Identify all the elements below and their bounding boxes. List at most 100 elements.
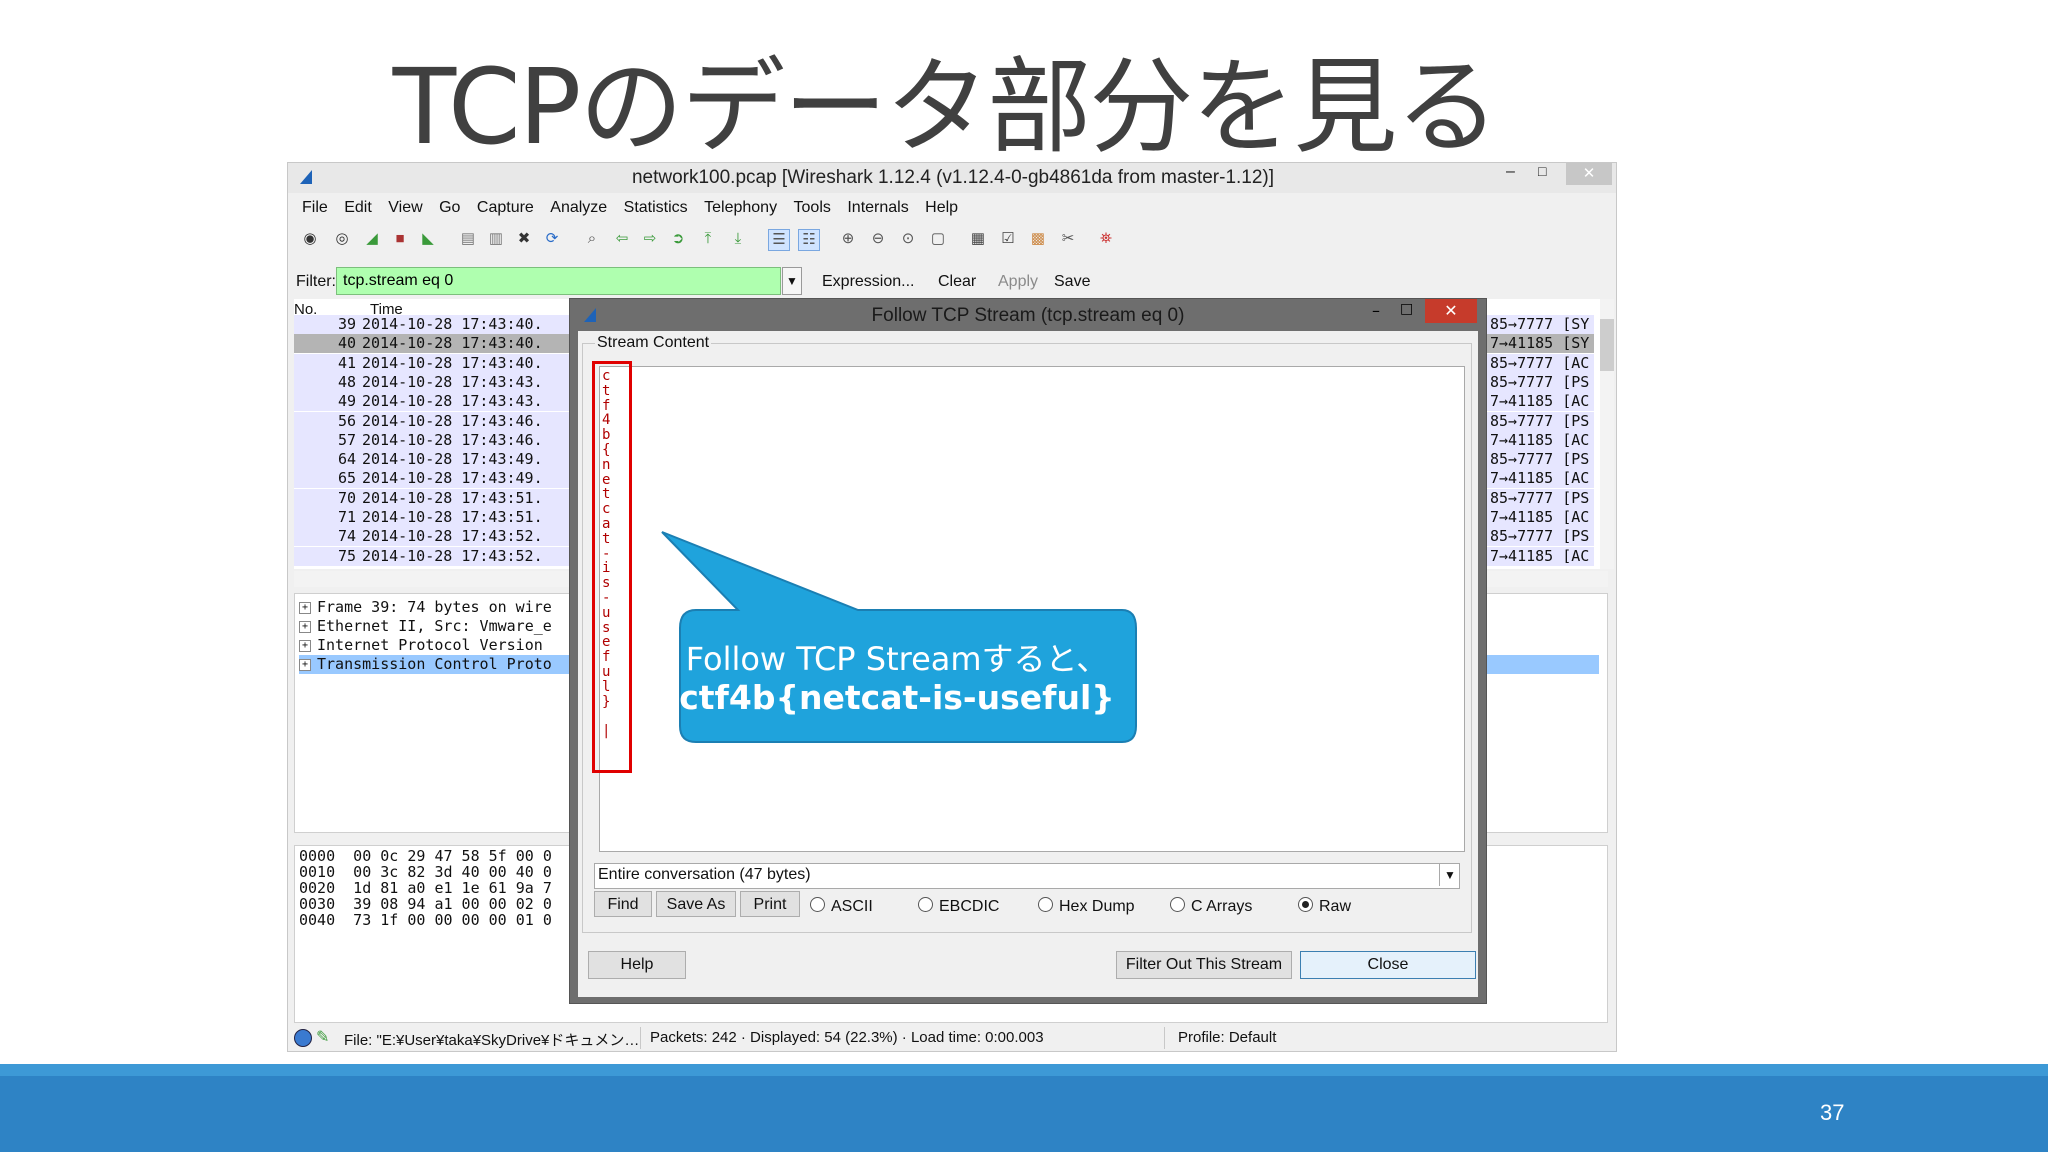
normal-size-icon[interactable]: ⊙ (898, 229, 918, 249)
apply-button[interactable]: Apply (998, 273, 1038, 291)
autoscroll-icon[interactable]: ☷ (798, 229, 820, 251)
bytes-row: 0030 39 08 94 a1 00 00 02 0 (299, 895, 552, 913)
start-capture-icon[interactable]: ◢ (362, 229, 382, 249)
reload-icon[interactable]: ⟳ (542, 229, 562, 249)
menu-internals[interactable]: Internals (847, 199, 908, 217)
radio-c-arrays[interactable]: C Arrays (1170, 897, 1252, 916)
preferences-icon[interactable]: ✂ (1058, 229, 1078, 249)
resize-columns-icon[interactable]: ▢ (928, 229, 948, 249)
cell-info: 7→41185 [SY (1490, 334, 1590, 353)
colorize-icon[interactable]: ☰ (768, 229, 790, 251)
cell-info: 7→41185 [AC (1490, 508, 1590, 526)
dialog-minimize-button[interactable]: – (1372, 301, 1380, 320)
go-to-packet-icon[interactable]: ➲ (668, 229, 688, 249)
scrollbar-thumb[interactable] (1600, 319, 1614, 371)
go-forward-icon[interactable]: ⇨ (640, 229, 660, 249)
help-icon[interactable]: ⛯ (1096, 229, 1116, 249)
close-button[interactable]: ✕ (1566, 163, 1612, 185)
radio-hex-dump[interactable]: Hex Dump (1038, 897, 1135, 916)
close-dialog-button[interactable]: Close (1300, 951, 1476, 979)
cell-time: 2014-10-28 17:43:52. (362, 546, 543, 565)
close-file-icon[interactable]: ✖ (514, 229, 534, 249)
bytes-row: 0010 00 3c 82 3d 40 00 40 0 (299, 863, 552, 881)
save-filter-button[interactable]: Save (1054, 273, 1090, 291)
expression-button[interactable]: Expression... (822, 273, 914, 291)
cell-time: 2014-10-28 17:43:43. (362, 372, 543, 391)
menu-analyze[interactable]: Analyze (550, 199, 607, 217)
cell-info: 85→7777 [PS (1490, 450, 1590, 469)
cell-no: 71 (337, 508, 356, 526)
cell-no: 70 (337, 488, 356, 507)
save-file-icon[interactable]: ▥ (486, 229, 506, 249)
radio-hex-dump-indicator (1038, 897, 1053, 912)
go-back-icon[interactable]: ⇦ (612, 229, 632, 249)
cell-time: 2014-10-28 17:43:46. (362, 411, 543, 430)
cell-time: 2014-10-28 17:43:51. (362, 488, 543, 507)
save-as-button[interactable]: Save As (656, 891, 736, 917)
print-button[interactable]: Print (740, 891, 800, 917)
filter-input[interactable] (336, 267, 781, 295)
radio-ascii[interactable]: ASCII (810, 897, 873, 916)
filter-label: Filter: (296, 273, 336, 290)
detail-row-frame[interactable]: + Frame 39: 74 bytes on wire (299, 598, 552, 617)
menu-telephony[interactable]: Telephony (704, 199, 777, 217)
cell-info: 7→41185 [AC (1490, 392, 1590, 411)
menu-edit[interactable]: Edit (344, 199, 372, 217)
footer-bar (0, 1064, 2048, 1152)
cell-no: 39 (337, 315, 356, 333)
radio-ebcdic[interactable]: EBCDIC (918, 897, 999, 916)
menu-statistics[interactable]: Statistics (624, 199, 688, 217)
dialog-title: Follow TCP Stream (tcp.stream eq 0) (871, 305, 1185, 326)
zoom-out-icon[interactable]: ⊖ (868, 229, 888, 249)
cell-time: 2014-10-28 17:43:40. (362, 334, 543, 353)
dialog-maximize-button[interactable]: □ (1400, 301, 1413, 317)
filter-dropdown-button[interactable]: ▼ (782, 267, 802, 295)
go-first-icon[interactable]: ⤒ (698, 229, 718, 249)
clear-button[interactable]: Clear (938, 273, 976, 291)
detail-row-ip[interactable]: + Internet Protocol Version (299, 636, 543, 655)
cell-no: 64 (337, 450, 356, 469)
cell-time: 2014-10-28 17:43:49. (362, 450, 543, 469)
menu-help[interactable]: Help (925, 199, 958, 217)
detail-row-ethernet[interactable]: + Ethernet II, Src: Vmware_e (299, 617, 552, 636)
go-last-icon[interactable]: ⤓ (728, 229, 748, 249)
menu-view[interactable]: View (388, 199, 422, 217)
filter-out-stream-button[interactable]: Filter Out This Stream (1116, 951, 1292, 979)
stream-content-label: Stream Content (595, 334, 712, 352)
zoom-in-icon[interactable]: ⊕ (838, 229, 858, 249)
coloring-rules-icon[interactable]: ▩ (1028, 229, 1048, 249)
find-button[interactable]: Find (594, 891, 652, 917)
chevron-down-icon[interactable]: ▼ (1439, 864, 1460, 886)
minimize-button[interactable]: – (1506, 163, 1515, 181)
expert-info-icon[interactable] (294, 1029, 312, 1047)
cell-no: 57 (337, 430, 356, 449)
menu-tools[interactable]: Tools (794, 199, 831, 217)
cell-time: 2014-10-28 17:43:52. (362, 527, 543, 546)
menu-file[interactable]: File (302, 199, 328, 217)
stop-capture-icon[interactable]: ■ (390, 229, 410, 249)
cell-no: 65 (337, 469, 356, 488)
interfaces-icon[interactable]: ◉ (300, 229, 320, 249)
capture-filters-icon[interactable]: ▦ (968, 229, 988, 249)
status-profile[interactable]: Profile: Default (1178, 1029, 1276, 1046)
radio-raw[interactable]: Raw (1298, 897, 1351, 916)
maximize-button[interactable]: □ (1538, 163, 1546, 179)
restart-capture-icon[interactable]: ◣ (418, 229, 438, 249)
radio-raw-indicator (1298, 897, 1313, 912)
footer-accent-line (0, 1064, 2048, 1076)
help-button[interactable]: Help (588, 951, 686, 979)
find-packet-icon[interactable]: ⌕ (582, 229, 602, 249)
display-filters-icon[interactable]: ☑ (998, 229, 1018, 249)
bytes-row: 0000 00 0c 29 47 58 5f 00 0 (299, 847, 552, 865)
radio-ascii-indicator (810, 897, 825, 912)
menu-go[interactable]: Go (439, 199, 460, 217)
cell-time: 2014-10-28 17:43:49. (362, 469, 543, 488)
dialog-close-button[interactable]: ✕ (1425, 299, 1477, 323)
cell-time: 2014-10-28 17:43:40. (362, 353, 543, 372)
open-file-icon[interactable]: ▤ (458, 229, 478, 249)
capture-comment-icon[interactable]: ✎ (316, 1027, 329, 1047)
conversation-select[interactable]: Entire conversation (47 bytes) ▼ (594, 863, 1460, 889)
bytes-row: 0020 1d 81 a0 e1 1e 61 9a 7 (299, 879, 552, 897)
options-icon[interactable]: ◎ (332, 229, 352, 249)
menu-capture[interactable]: Capture (477, 199, 534, 217)
